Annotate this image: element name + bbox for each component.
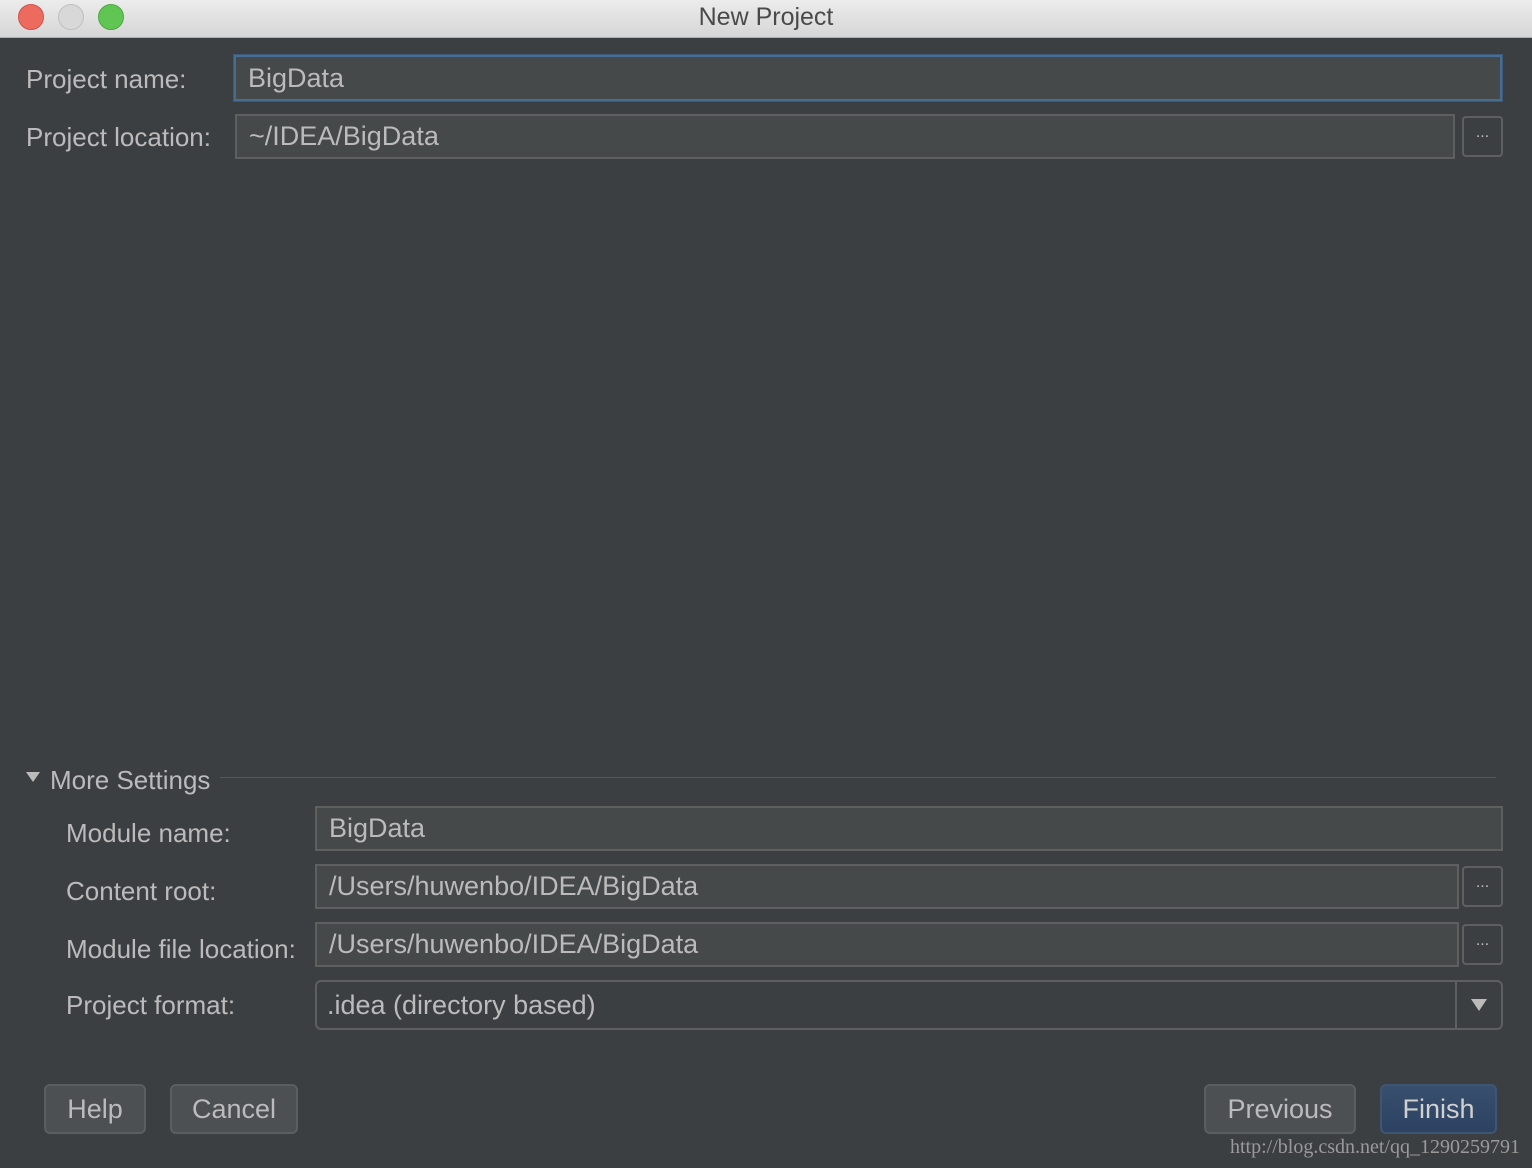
dropdown-arrow[interactable] xyxy=(1455,982,1501,1028)
window-title: New Project xyxy=(698,3,834,31)
project-name-input[interactable]: BigData xyxy=(234,55,1502,101)
cancel-button[interactable]: Cancel xyxy=(170,1084,298,1134)
title-bar: New Project xyxy=(0,0,1532,38)
more-settings-toggle[interactable]: More Settings xyxy=(50,765,210,796)
chevron-down-icon xyxy=(1471,999,1487,1011)
collapse-triangle-icon[interactable] xyxy=(26,772,40,782)
content-root-input[interactable]: /Users/huwenbo/IDEA/BigData xyxy=(315,864,1459,909)
content-root-label: Content root: xyxy=(66,876,217,906)
project-location-input[interactable]: ~/IDEA/BigData xyxy=(235,114,1455,159)
project-name-label: Project name: xyxy=(26,64,187,94)
watermark: http://blog.csdn.net/qq_1290259791 xyxy=(1230,1136,1520,1158)
previous-button[interactable]: Previous xyxy=(1204,1084,1356,1134)
module-name-value: BigData xyxy=(329,813,426,843)
module-name-input[interactable]: BigData xyxy=(315,806,1503,851)
module-file-location-input[interactable]: /Users/huwenbo/IDEA/BigData xyxy=(315,922,1459,967)
browse-module-file-button[interactable]: ... xyxy=(1462,924,1503,965)
project-format-select[interactable]: .idea (directory based) xyxy=(315,980,1503,1030)
project-location-value: ~/IDEA/BigData xyxy=(249,121,439,151)
module-file-location-label: Module file location: xyxy=(66,934,296,964)
module-file-location-value: /Users/huwenbo/IDEA/BigData xyxy=(329,929,699,959)
project-format-value: .idea (directory based) xyxy=(327,989,596,1020)
module-name-label: Module name: xyxy=(66,818,231,848)
browse-project-location-button[interactable]: ... xyxy=(1462,116,1503,157)
section-divider xyxy=(220,777,1496,778)
project-location-label: Project location: xyxy=(26,122,211,152)
project-format-label: Project format: xyxy=(66,990,236,1020)
content-root-value: /Users/huwenbo/IDEA/BigData xyxy=(329,871,699,901)
browse-content-root-button[interactable]: ... xyxy=(1462,866,1503,907)
help-button[interactable]: Help xyxy=(44,1084,146,1134)
project-name-value: BigData xyxy=(248,62,345,93)
finish-button[interactable]: Finish xyxy=(1380,1084,1497,1134)
